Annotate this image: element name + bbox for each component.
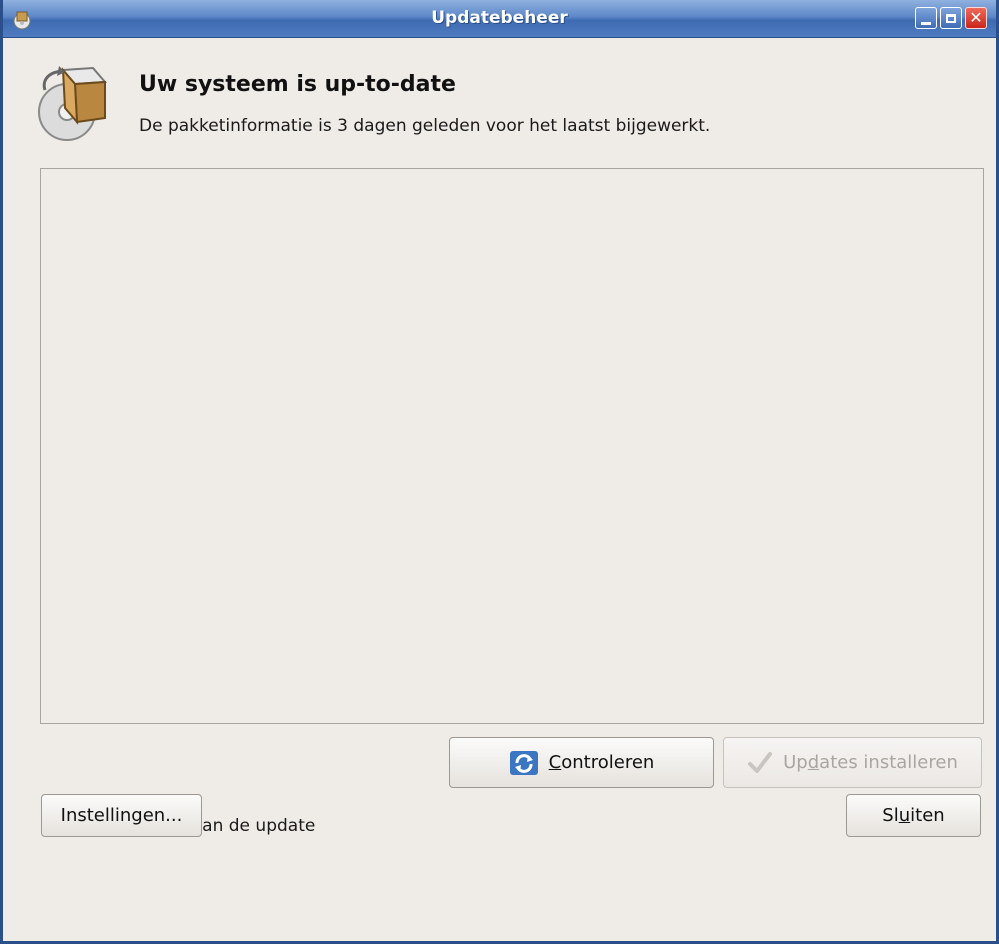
package-update-icon [38, 66, 108, 141]
refresh-icon [509, 750, 538, 775]
close-icon: ✕ [969, 8, 983, 27]
install-updates-button[interactable]: Updates installeren [723, 737, 982, 788]
update-manager-window: Updatebeheer ✕ Uw systeem is up-to-date … [0, 0, 999, 944]
status-subtitle: De pakketinformatie is 3 dagen geleden v… [139, 116, 711, 136]
check-button-label: Controleren [549, 752, 655, 773]
check-label-suffix: ontroleren [561, 752, 655, 773]
close-label-prefix: Sl [882, 805, 899, 826]
close-label-suffix: iten [910, 805, 945, 826]
update-list[interactable] [40, 168, 984, 724]
install-label-suffix: ates installeren [819, 752, 958, 773]
title-bar[interactable]: Updatebeheer ✕ [3, 0, 996, 38]
close-window-button[interactable]: ✕ [965, 7, 987, 29]
minimize-icon [921, 21, 931, 25]
install-label-mnemonic: d [807, 752, 820, 773]
close-label-mnemonic: u [898, 805, 911, 826]
close-button-label: Sluiten [882, 805, 944, 826]
maximize-icon [946, 13, 956, 23]
checkmark-icon [748, 751, 773, 773]
status-heading: Uw systeem is up-to-date [139, 72, 456, 97]
settings-button-label: Instellingen... [60, 805, 183, 826]
check-label-mnemonic: C [548, 752, 562, 773]
check-button[interactable]: Controleren [449, 737, 714, 788]
close-button[interactable]: Sluiten [846, 794, 981, 837]
minimize-button[interactable] [915, 7, 937, 29]
settings-button[interactable]: Instellingen... [41, 794, 202, 837]
maximize-button[interactable] [940, 7, 962, 29]
install-button-label: Updates installeren [783, 752, 958, 773]
window-title: Updatebeheer [431, 8, 568, 28]
install-label-prefix: Up [783, 752, 808, 773]
